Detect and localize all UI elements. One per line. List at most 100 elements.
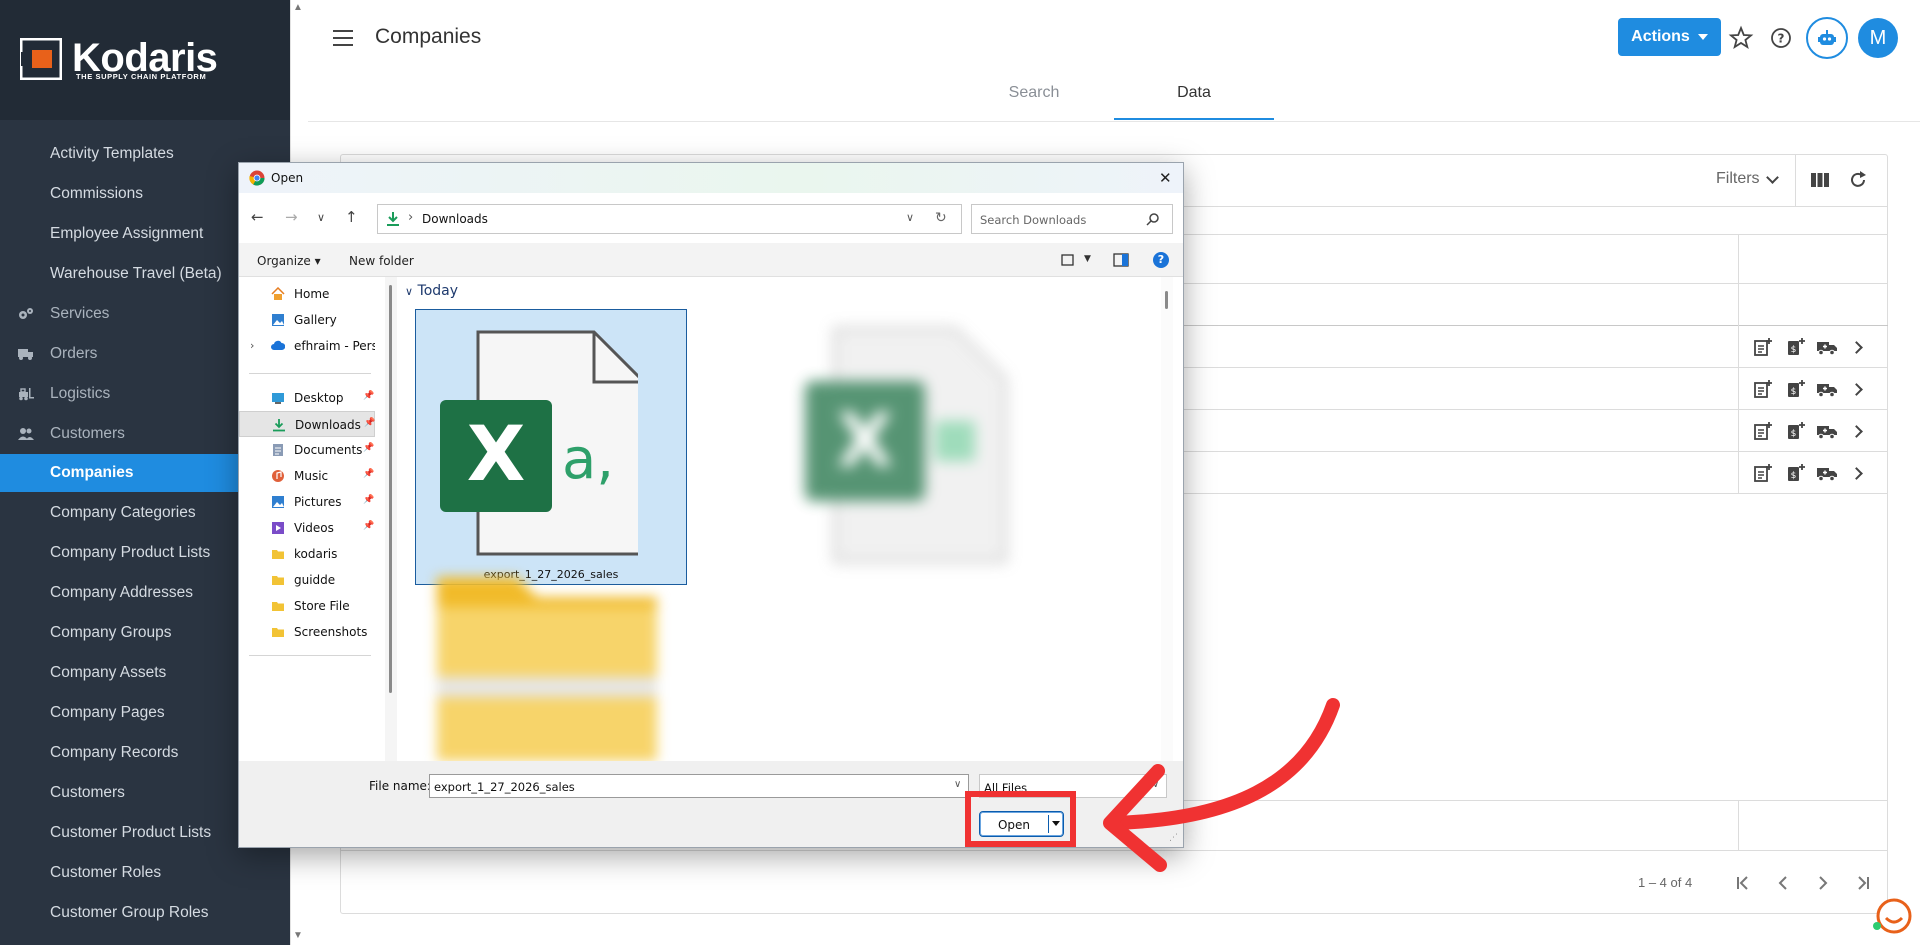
scroll-up-icon[interactable]: ▲ [293,2,303,13]
divider [1795,154,1796,206]
pin-icon[interactable]: 📌 [363,495,374,505]
nav-gallery[interactable]: Gallery [239,307,375,333]
shipping-truck-icon[interactable] [1816,463,1838,483]
prev-page-icon[interactable] [1772,872,1794,894]
breadcrumb-separator-icon: › [408,210,414,225]
file-name-input[interactable]: export_1_27_2026_sales ∨ [429,774,969,798]
chevron-right-icon[interactable] [1850,466,1863,480]
dialog-titlebar[interactable]: Open ✕ [239,163,1183,193]
chevron-right-icon[interactable] [1850,340,1863,354]
back-arrow-icon[interactable]: ← [251,208,264,226]
folder-icon [272,628,284,637]
file-list-scrollbar[interactable] [1161,277,1173,761]
organize-button[interactable]: Organize ▾ [257,254,321,268]
shipping-truck-icon[interactable] [1816,421,1838,441]
actions-column-divider [1738,234,1739,493]
help-icon[interactable]: ? [1153,252,1169,268]
nav-desktop[interactable]: Desktop 📌 [239,385,375,411]
nav-documents[interactable]: Documents 📌 [239,437,375,463]
nav-home[interactable]: Home [239,281,375,307]
nav-folder-kodaris[interactable]: kodaris [239,541,375,567]
scroll-down-icon[interactable]: ▼ [293,930,303,941]
shipping-truck-icon[interactable] [1816,379,1838,399]
pin-icon[interactable]: 📌 [364,418,375,428]
nav-onedrive[interactable]: › efhraim - Personal [239,333,375,359]
refresh-icon[interactable]: ↻ [935,210,947,226]
add-order-icon[interactable]: $ [1784,337,1806,357]
highlight-box [965,791,1076,847]
actions-button[interactable]: Actions [1618,18,1721,56]
nav-pictures[interactable]: Pictures 📌 [239,489,375,515]
folder-icon [437,577,657,761]
support-chat-icon[interactable] [1872,896,1912,936]
file-tile-blurred[interactable]: X [805,321,1017,581]
last-page-icon[interactable] [1852,872,1874,894]
tab-data[interactable]: Data [1114,84,1274,120]
chevron-right-icon[interactable] [1850,424,1863,438]
file-name-label: File name: [369,779,431,793]
search-input[interactable]: Search Downloads [971,204,1173,234]
view-options-icon[interactable] [1061,252,1077,268]
sidebar-item-customer-group-roles[interactable]: Customer Group Roles [0,894,290,932]
logo[interactable]: Kodaris THE SUPPLY CHAIN PLATFORM [0,0,290,120]
breadcrumb[interactable]: Downloads [422,212,488,226]
address-bar[interactable]: › Downloads ∨ ↻ [377,204,962,234]
videos-icon [272,522,284,534]
file-tile-export-sales[interactable]: X a, export_1_27_2026_sales [415,309,687,585]
add-note-icon[interactable] [1752,379,1774,399]
nav-folder-guidde[interactable]: guidde [239,567,375,593]
nav-pane-scrollbar[interactable] [385,277,397,761]
add-note-icon[interactable] [1752,463,1774,483]
scrollbar-thumb[interactable] [1165,291,1168,309]
menu-toggle-button[interactable] [333,30,353,46]
table-row: $ [1752,421,1863,441]
add-order-icon[interactable]: $ [1784,421,1806,441]
nav-videos[interactable]: Videos 📌 [239,515,375,541]
add-order-icon[interactable]: $ [1784,463,1806,483]
add-note-icon[interactable] [1752,421,1774,441]
nav-folder-screenshots[interactable]: Screenshots [239,619,375,645]
preview-pane-icon[interactable] [1113,252,1129,268]
onedrive-cloud-icon [271,340,285,350]
table-row: $ [1752,463,1863,483]
pin-icon[interactable]: 📌 [363,469,374,479]
folder-tile-blurred[interactable] [427,567,667,761]
add-note-icon[interactable] [1752,337,1774,357]
first-page-icon[interactable] [1732,872,1754,894]
filters-button[interactable]: Filters [1716,170,1779,188]
next-page-icon[interactable] [1812,872,1834,894]
avatar[interactable]: M [1858,18,1898,58]
nav-folder-store-file[interactable]: Store File [239,593,375,619]
desktop-icon [272,393,284,404]
page-title: Companies [375,25,482,48]
pin-icon[interactable]: 📌 [363,391,374,401]
up-arrow-icon[interactable]: ↑ [345,208,358,226]
robot-icon [1818,30,1836,45]
nav-music[interactable]: Music 📌 [239,463,375,489]
chevron-right-icon[interactable] [1850,382,1863,396]
tab-search[interactable]: Search [954,84,1114,120]
forward-arrow-icon[interactable]: → [285,208,298,226]
group-header-today[interactable]: ∨ Today [405,283,458,299]
help-icon[interactable]: ? [1767,24,1795,52]
close-icon[interactable]: ✕ [1159,169,1172,187]
chevron-down-icon[interactable]: ▼ [1084,254,1091,264]
sidebar-item-customer-roles[interactable]: Customer Roles [0,854,290,892]
nav-downloads[interactable]: Downloads 📌 [239,411,375,437]
assistant-bot-button[interactable] [1806,17,1848,59]
pin-icon[interactable]: 📌 [363,521,374,531]
pin-icon[interactable]: 📌 [363,443,374,453]
add-order-icon[interactable]: $ [1784,379,1806,399]
chevron-down-icon[interactable]: ∨ [906,211,914,224]
shipping-truck-icon[interactable] [1816,337,1838,357]
scrollbar-thumb[interactable] [389,285,392,693]
dialog-command-bar: Organize ▾ New folder ▼ ? [239,243,1183,277]
refresh-icon[interactable] [1848,170,1868,190]
svg-text:a,: a, [562,427,614,492]
new-folder-button[interactable]: New folder [349,254,414,268]
chevron-down-icon[interactable]: ∨ [954,779,961,790]
columns-icon[interactable] [1810,171,1830,189]
recent-locations-icon[interactable]: ∨ [317,211,325,224]
expand-chevron-icon[interactable]: › [250,339,254,352]
star-icon[interactable] [1727,24,1755,52]
